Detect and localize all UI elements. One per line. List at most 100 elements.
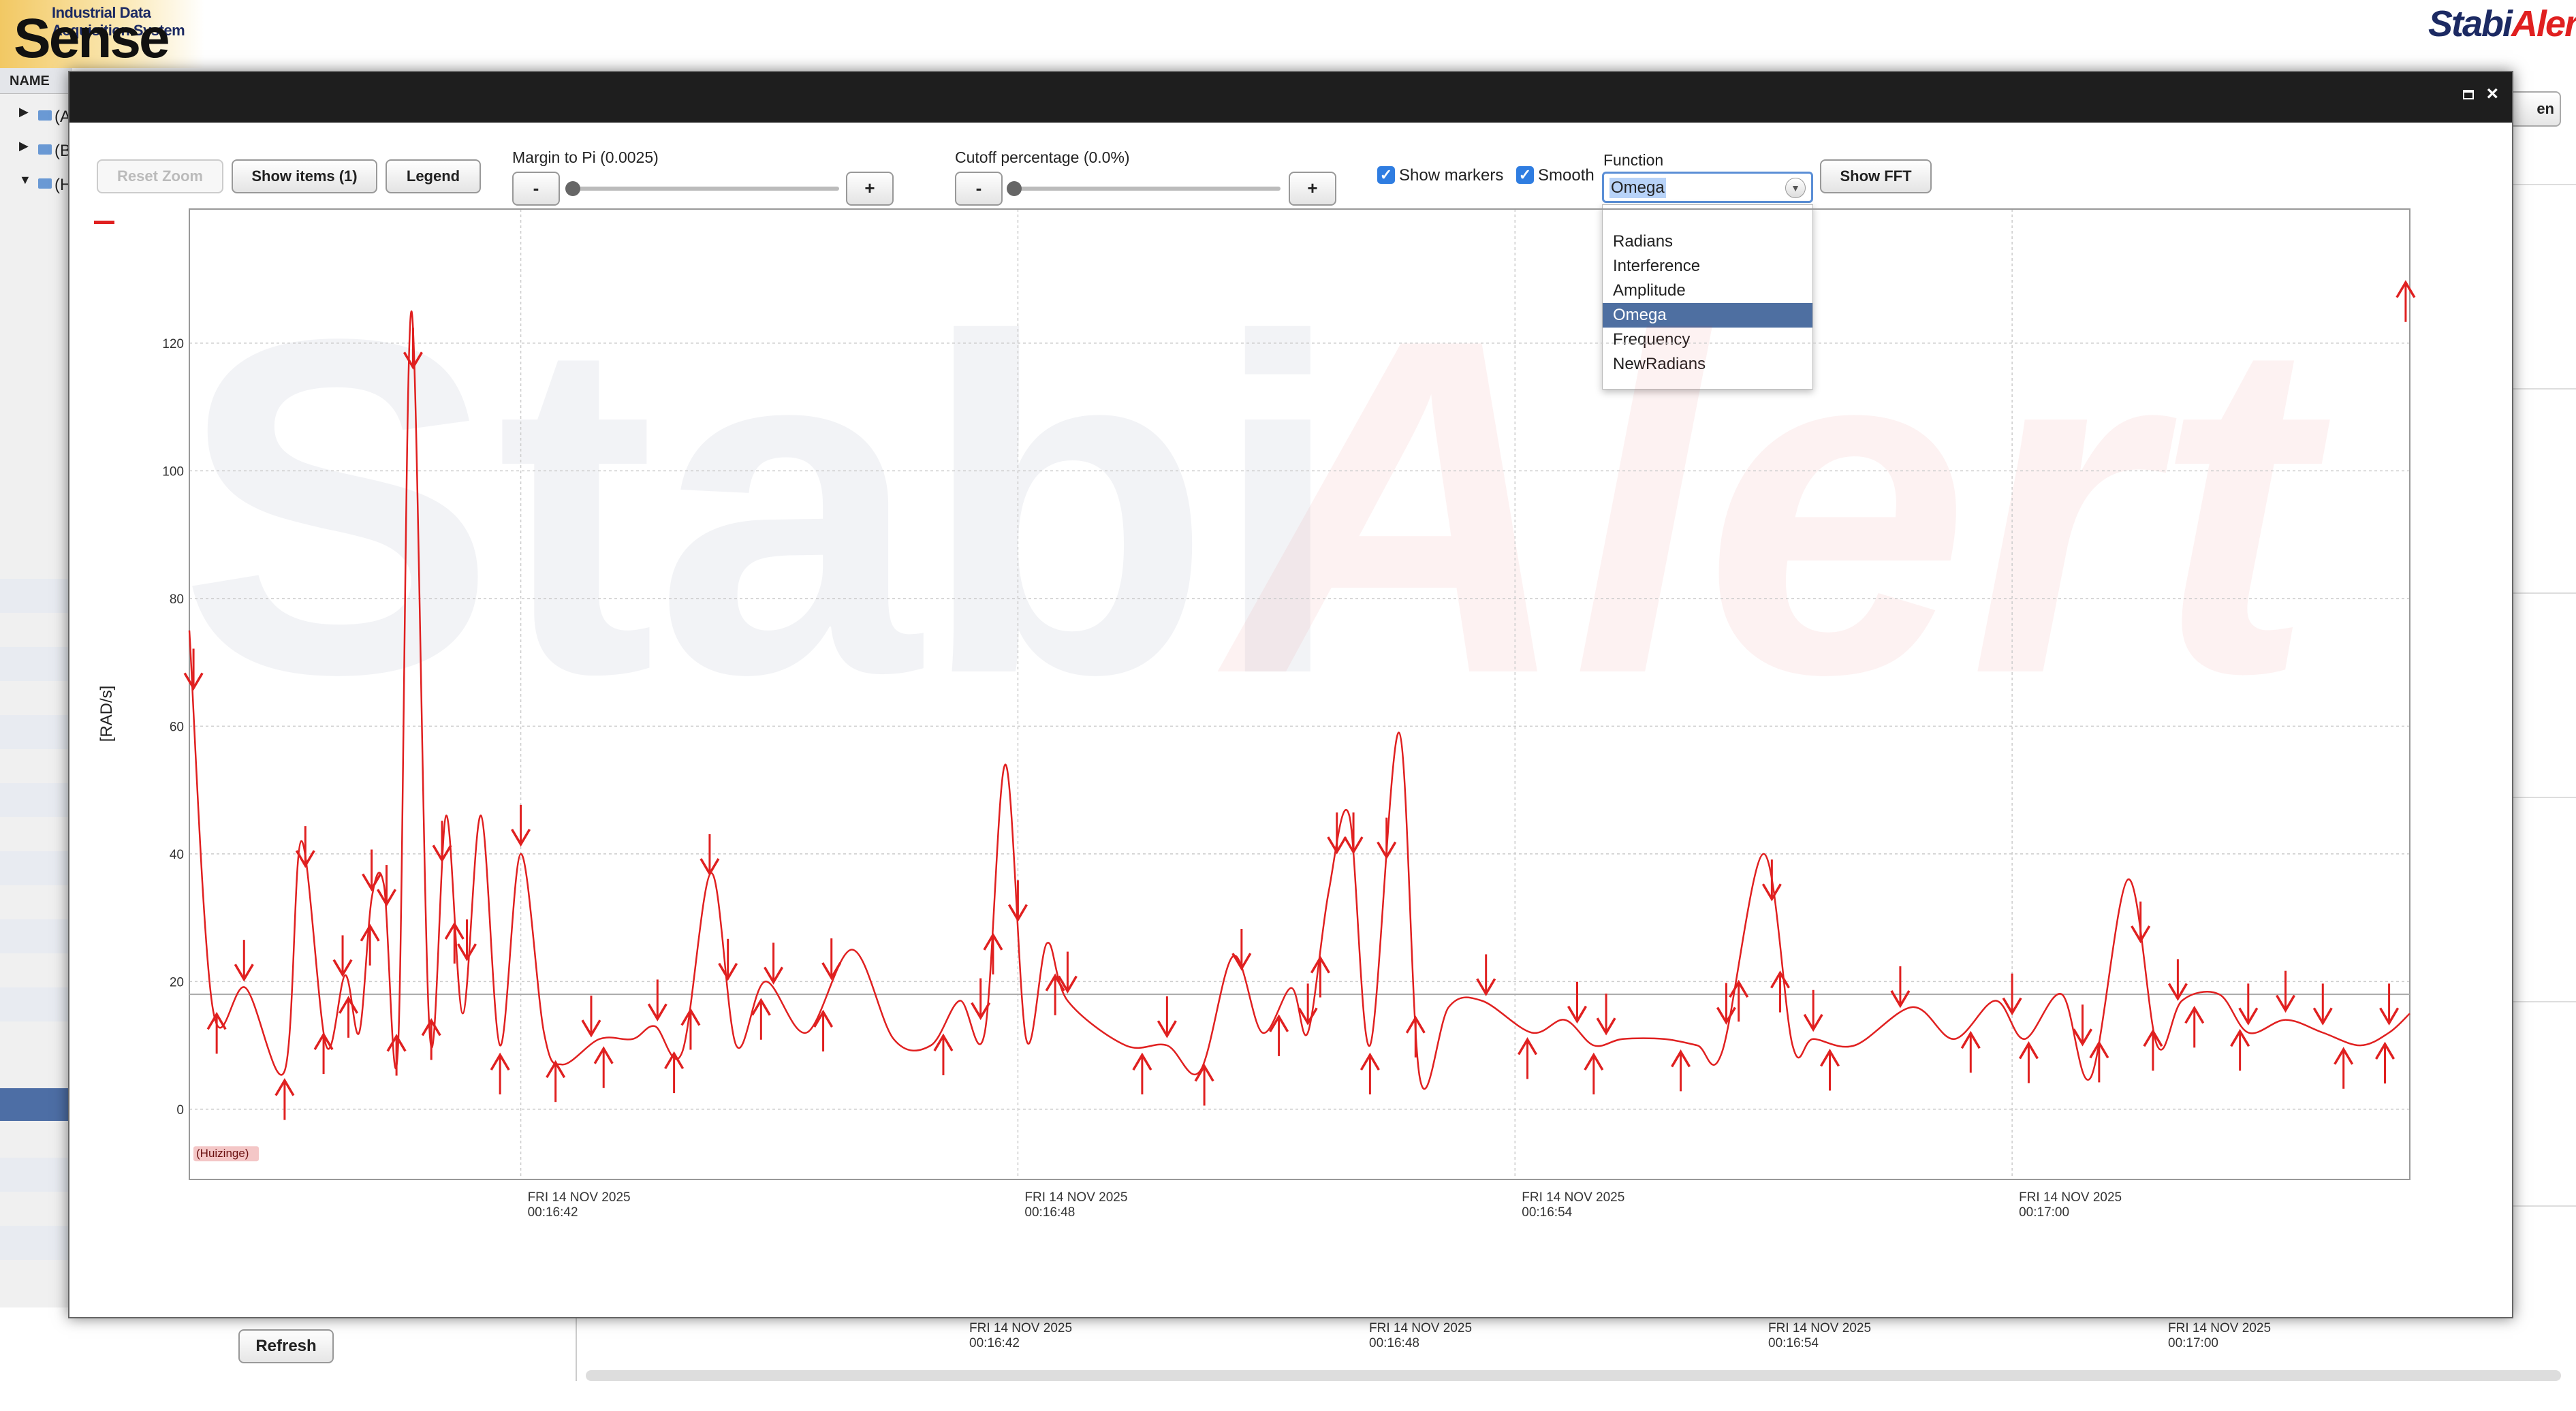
background-scrollbar[interactable] xyxy=(586,1370,2561,1381)
list-row[interactable] xyxy=(0,715,71,749)
background-chart-cell xyxy=(2513,797,2576,1002)
expand-arrow-icon[interactable]: ▶ xyxy=(19,105,29,119)
list-row-selected[interactable] xyxy=(0,1088,71,1121)
collapse-arrow-icon[interactable]: ▼ xyxy=(19,173,31,187)
marker-up-arrow[interactable] xyxy=(593,1046,614,1088)
list-row[interactable] xyxy=(0,647,71,681)
marker-up-arrow[interactable] xyxy=(1310,955,1330,998)
marker-down-arrow[interactable] xyxy=(2002,973,2022,1016)
marker-down-arrow[interactable] xyxy=(1377,817,1397,860)
background-time-tick: FRI 14 NOV 2025 00:16:48 xyxy=(1369,1321,1472,1351)
marker-up-arrow[interactable] xyxy=(1671,1049,1691,1092)
background-time-tick-time: 00:17:00 xyxy=(2168,1336,2218,1350)
marker-down-arrow[interactable] xyxy=(1343,812,1364,855)
y-tick-label: 40 xyxy=(170,848,184,862)
series-label[interactable]: (Huizinge) xyxy=(193,1146,259,1162)
marker-down-arrow[interactable] xyxy=(1596,994,1616,1036)
marker-up-arrow[interactable] xyxy=(1405,1015,1426,1058)
marker-down-arrow[interactable] xyxy=(2073,1004,2093,1047)
marker-down-arrow[interactable] xyxy=(1890,966,1911,1009)
marker-up-arrow[interactable] xyxy=(206,1011,227,1054)
marker-up-arrow[interactable] xyxy=(2396,280,2416,322)
list-row[interactable] xyxy=(0,1158,71,1192)
list-row[interactable] xyxy=(0,851,71,885)
tree-item-a[interactable]: ▶ (A xyxy=(0,102,71,135)
tree-item-h[interactable]: ▼ (H xyxy=(0,170,72,203)
marker-up-arrow[interactable] xyxy=(360,923,380,966)
marker-down-arrow[interactable] xyxy=(362,849,382,891)
marker-up-arrow[interactable] xyxy=(664,1051,685,1094)
x-tick-label-day: FRI 14 NOV 2025 xyxy=(1024,1190,1127,1205)
y-tick-label: 20 xyxy=(170,975,184,989)
marker-up-arrow[interactable] xyxy=(546,1060,566,1103)
marker-down-arrow[interactable] xyxy=(1157,996,1177,1039)
watermark-text-right: Alert xyxy=(1212,240,2334,773)
list-row[interactable] xyxy=(0,1226,71,1260)
marker-up-arrow[interactable] xyxy=(2018,1041,2039,1083)
folder-icon xyxy=(38,110,52,121)
sense-logo: Industrial Data Acquisition System Sense xyxy=(0,0,204,68)
background-chart-cell xyxy=(2513,592,2576,798)
marker-down-arrow[interactable] xyxy=(2238,983,2259,1026)
marker-down-arrow[interactable] xyxy=(1761,859,1782,902)
marker-down-arrow[interactable] xyxy=(2167,959,2188,1001)
marker-up-arrow[interactable] xyxy=(1132,1052,1152,1095)
marker-up-arrow[interactable] xyxy=(983,932,1003,974)
marker-down-arrow[interactable] xyxy=(511,804,531,847)
y-tick-label: 0 xyxy=(176,1103,184,1117)
marker-down-arrow[interactable] xyxy=(1803,989,1823,1032)
marker-up-arrow[interactable] xyxy=(751,998,771,1040)
refresh-button[interactable]: Refresh xyxy=(238,1329,334,1363)
marker-up-arrow[interactable] xyxy=(386,1034,407,1076)
marker-down-arrow[interactable] xyxy=(1327,812,1347,855)
marker-up-arrow[interactable] xyxy=(933,1033,954,1075)
marker-up-arrow[interactable] xyxy=(2230,1028,2250,1071)
marker-up-arrow[interactable] xyxy=(1820,1049,1840,1091)
list-row[interactable] xyxy=(0,919,71,953)
background-chart-cell xyxy=(2513,388,2576,594)
marker-down-arrow[interactable] xyxy=(647,979,667,1021)
marker-down-arrow[interactable] xyxy=(764,942,784,985)
marker-up-arrow[interactable] xyxy=(421,1018,441,1060)
marker-down-arrow[interactable] xyxy=(377,865,397,907)
marker-down-arrow[interactable] xyxy=(1567,981,1588,1024)
marker-up-arrow[interactable] xyxy=(1518,1037,1538,1079)
sidebar-column-header[interactable]: NAME xyxy=(0,68,71,94)
marker-down-arrow[interactable] xyxy=(1007,880,1028,922)
marker-up-arrow[interactable] xyxy=(2334,1047,2354,1089)
marker-down-arrow[interactable] xyxy=(332,935,353,977)
marker-down-arrow[interactable] xyxy=(1231,929,1252,971)
marker-up-arrow[interactable] xyxy=(2184,1005,2205,1048)
marker-down-arrow[interactable] xyxy=(2379,983,2400,1026)
marker-down-arrow[interactable] xyxy=(581,996,601,1038)
marker-down-arrow[interactable] xyxy=(1476,954,1496,996)
expand-arrow-icon[interactable]: ▶ xyxy=(19,139,29,153)
marker-up-arrow[interactable] xyxy=(1360,1052,1380,1095)
list-row[interactable] xyxy=(0,987,71,1021)
x-tick-label-time: 00:16:48 xyxy=(1024,1205,1075,1220)
tree-item-b[interactable]: ▶ (B xyxy=(0,136,71,169)
marker-down-arrow[interactable] xyxy=(2276,970,2296,1013)
open-button[interactable]: en xyxy=(2507,91,2561,127)
marker-up-arrow[interactable] xyxy=(2089,1040,2109,1083)
omega-chart[interactable]: StabiAlert 0 20 40 60 80 100 120 FRI 14 NOV 20… xyxy=(69,72,2512,1317)
marker-up-arrow[interactable] xyxy=(274,1078,295,1120)
marker-down-arrow[interactable] xyxy=(821,938,842,981)
marker-up-arrow[interactable] xyxy=(444,921,465,964)
app-root: Industrial Data Acquisition System Sense… xyxy=(0,0,2576,1381)
marker-down-arrow[interactable] xyxy=(2131,901,2151,944)
list-row[interactable] xyxy=(0,783,71,817)
background-time-tick-day: FRI 14 NOV 2025 xyxy=(1369,1321,1473,1335)
x-axis: FRI 14 NOV 202500:16:42FRI 14 NOV 202500… xyxy=(528,1190,2122,1220)
marker-up-arrow[interactable] xyxy=(313,1032,334,1075)
marker-down-arrow[interactable] xyxy=(2312,983,2333,1026)
marker-up-arrow[interactable] xyxy=(1960,1030,1981,1073)
marker-down-arrow[interactable] xyxy=(234,940,254,982)
marker-up-arrow[interactable] xyxy=(2375,1041,2396,1084)
marker-up-arrow[interactable] xyxy=(1584,1052,1604,1095)
marker-down-arrow[interactable] xyxy=(718,938,738,981)
marker-down-arrow[interactable] xyxy=(456,919,477,962)
list-row[interactable] xyxy=(0,579,71,613)
marker-up-arrow[interactable] xyxy=(2143,1028,2163,1071)
marker-up-arrow[interactable] xyxy=(490,1052,510,1095)
